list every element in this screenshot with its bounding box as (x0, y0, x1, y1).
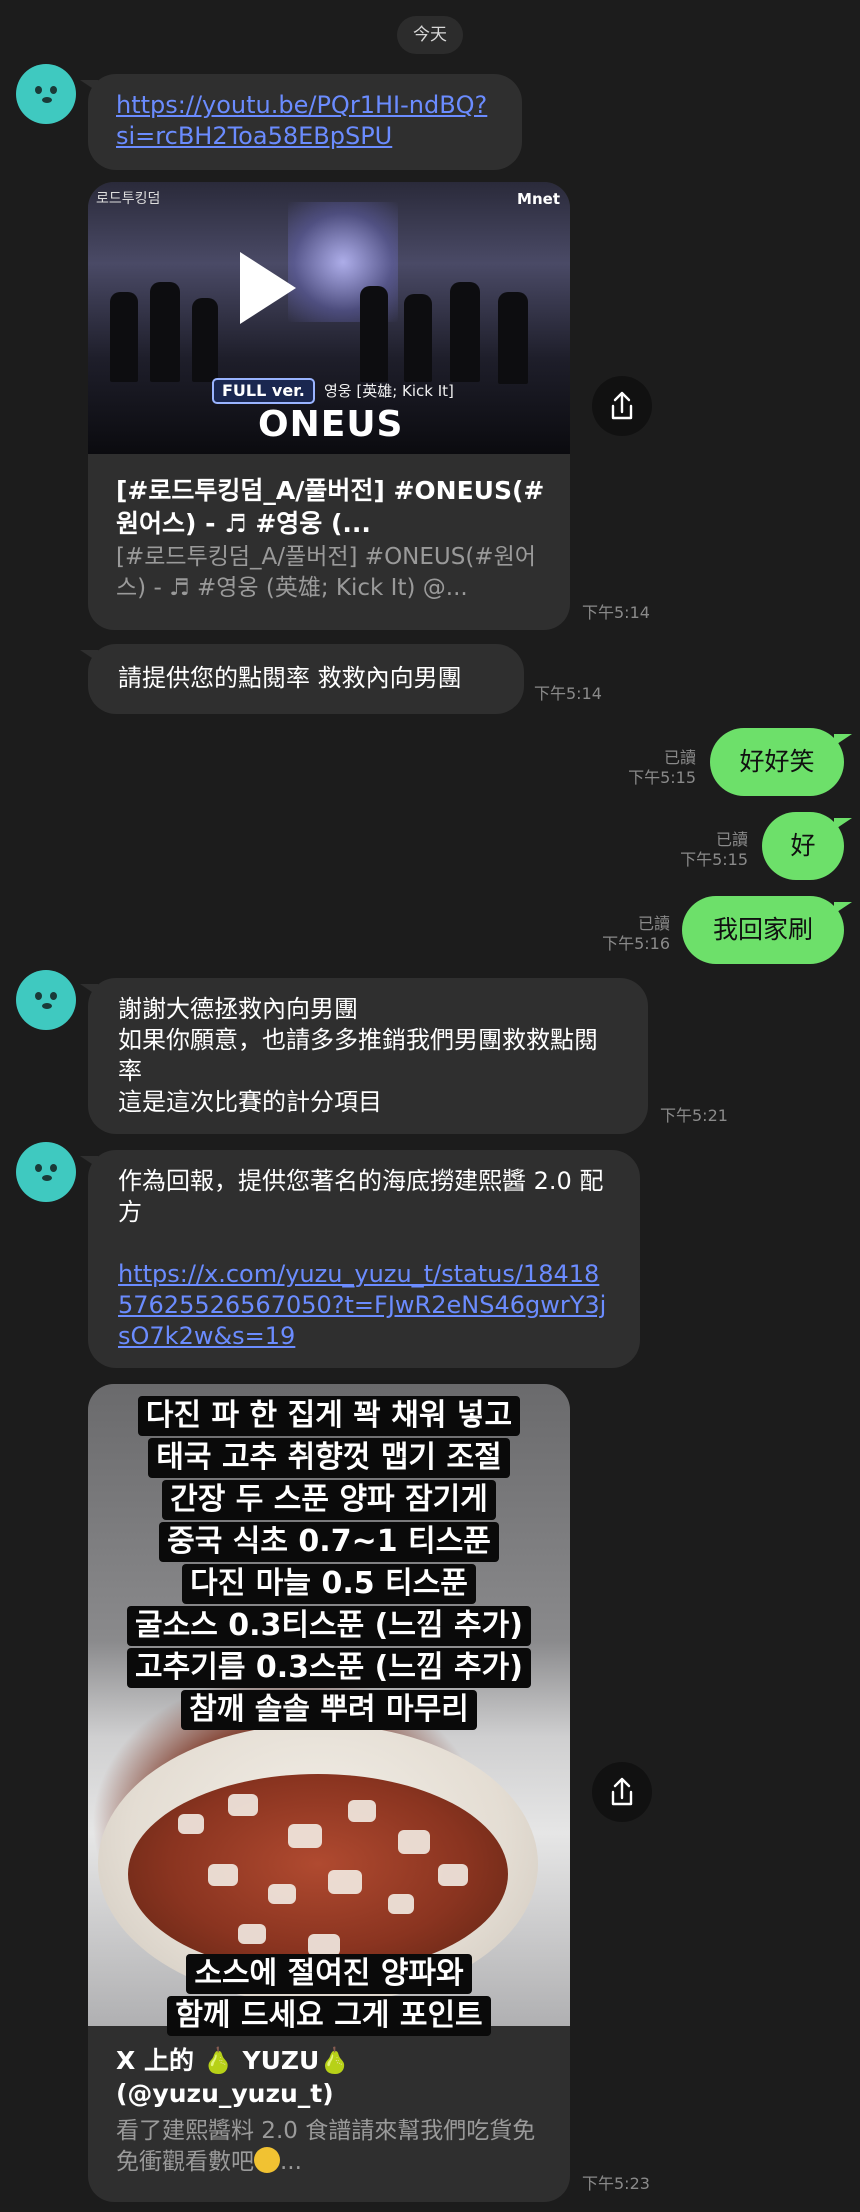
onion-piece (348, 1800, 376, 1822)
full-version-badge: FULL ver. (212, 378, 315, 404)
avatar-nose (42, 1003, 52, 1009)
outgoing-bubble[interactable]: 我回家刷 (682, 896, 852, 964)
read-status: 已讀 (663, 748, 696, 767)
pleading-face-emoji (254, 2147, 280, 2173)
youtube-link[interactable]: https://youtu.be/PQr1HI-ndBQ?si=rcBH2Toa… (116, 91, 487, 150)
recipe-caption-bottom: 함께 드세요 그게 포인트 (88, 1996, 570, 2036)
video-preview-card[interactable]: 로드투킹덤 Mnet FULL ver. 영웅 [英雄; Kick It] ON… (88, 182, 570, 630)
share-upload-icon (611, 391, 633, 420)
message-time: 下午5:23 (582, 2174, 650, 2193)
avatar-nose (42, 97, 52, 103)
onion-piece (308, 1934, 340, 1956)
message-text: 作為回報，提供您著名的海底撈建熙醬 2.0 配方 (118, 1167, 604, 1226)
recipe-caption: 다진 파 한 집게 꽉 채워 넣고 (88, 1396, 570, 1436)
x-card-description: 看了建熙醬料 2.0 食譜請來幫我們吃貨免免衝觀看數吧... (116, 2118, 536, 2175)
recipe-caption: 참깨 솔솔 뿌려 마무리 (88, 1690, 570, 1730)
message-line: 這是這次比賽的計分項目 (118, 1088, 382, 1116)
mnet-logo: Mnet (517, 190, 560, 208)
show-logo: 로드투킹덤 (96, 191, 161, 207)
read-status: 已讀 (715, 830, 748, 849)
message-time: 下午5:16 (602, 934, 670, 953)
onion-piece (208, 1864, 238, 1886)
recipe-caption: 간장 두 스푼 양파 잠기게 (88, 1480, 570, 1520)
avatar-eye-left (35, 1164, 42, 1172)
sender-avatar[interactable] (16, 64, 76, 124)
message-time: 下午5:14 (582, 603, 650, 622)
x-post-link[interactable]: https://x.com/yuzu_yuzu_t/status/1841857… (118, 1260, 606, 1350)
share-button[interactable] (592, 1762, 652, 1822)
performer-silhouette (150, 282, 180, 382)
recipe-caption-bottom: 소스에 절여진 양파와 (88, 1954, 570, 1994)
avatar-eye-left (35, 86, 42, 94)
recipe-caption: 굴소스 0.3티스푼 (느낌 추가) (88, 1606, 570, 1646)
outgoing-bubble[interactable]: 好好笑 (710, 728, 852, 796)
performer-silhouette (404, 294, 432, 382)
video-thumbnail[interactable]: 로드투킹덤 Mnet FULL ver. 영웅 [英雄; Kick It] ON… (88, 182, 570, 454)
share-upload-icon (611, 1777, 633, 1806)
onion-piece (438, 1864, 468, 1886)
message-bubble-text-link[interactable]: 作為回報，提供您著名的海底撈建熙醬 2.0 配方 https://x.com/y… (80, 1150, 640, 1368)
recipe-caption: 고추기름 0.3스푼 (느낌 추가) (88, 1648, 570, 1688)
outgoing-bubble[interactable]: 好 (762, 812, 852, 880)
video-card-description: [#로드투킹덤_A/풀버전] #ONEUS(#원어스) - ♬ #영웅 (英雄;… (116, 544, 536, 601)
message-time: 下午5:15 (680, 850, 748, 869)
message-line: 謝謝大德拯救內向男團 (118, 995, 358, 1023)
performer-silhouette (192, 298, 218, 382)
onion-piece (288, 1824, 322, 1848)
x-card-title: X 上的 🍐 YUZU🍐 (@yuzu_yuzu_t) (116, 2046, 351, 2108)
recipe-image[interactable]: 다진 파 한 집게 꽉 채워 넣고 태국 고추 취향껏 맵기 조절 간장 두 스… (88, 1384, 570, 2036)
message-bubble-link[interactable]: https://youtu.be/PQr1HI-ndBQ?si=rcBH2Toa… (80, 74, 522, 170)
share-button[interactable] (592, 376, 652, 436)
recipe-caption: 태국 고추 취향껏 맵기 조절 (88, 1438, 570, 1478)
message-time: 下午5:21 (660, 1106, 728, 1125)
sender-avatar[interactable] (16, 970, 76, 1030)
performer-silhouette (360, 286, 388, 382)
avatar-nose (42, 1175, 52, 1181)
onion-piece (238, 1924, 266, 1944)
avatar-eye-right (50, 1164, 57, 1172)
onion-piece (268, 1884, 296, 1904)
group-name-logo: ONEUS (258, 404, 404, 445)
performer-silhouette (110, 292, 138, 382)
message-line: 如果你願意，也請多多推銷我們男團救救點閱率 (118, 1026, 598, 1085)
onion-piece (398, 1830, 430, 1854)
recipe-caption: 중국 식초 0.7~1 티스푼 (88, 1522, 570, 1562)
message-bubble-text[interactable]: 謝謝大德拯救內向男團 如果你願意，也請多多推銷我們男團救救點閱率 這是這次比賽的… (80, 978, 648, 1134)
message-time: 下午5:14 (534, 684, 602, 703)
onion-piece (328, 1870, 362, 1894)
avatar-eye-right (50, 992, 57, 1000)
avatar-eye-right (50, 86, 57, 94)
message-bubble-text[interactable]: 請提供您的點閱率 救救內向男團 (80, 644, 524, 714)
onion-piece (388, 1894, 414, 1914)
x-post-preview-card[interactable]: 다진 파 한 집게 꽉 채워 넣고 태국 고추 취향껏 맵기 조절 간장 두 스… (88, 1384, 570, 2202)
video-card-title: [#로드투킹덤_A/풀버전] #ONEUS(#원어스) - ♬ #영웅 (... (116, 476, 545, 538)
performer-silhouette (450, 282, 480, 382)
onion-piece (178, 1814, 204, 1834)
song-caption: 영웅 [英雄; Kick It] (324, 382, 454, 400)
message-time: 下午5:15 (628, 768, 696, 787)
avatar-eye-left (35, 992, 42, 1000)
performer-silhouette (498, 292, 528, 384)
sender-avatar[interactable] (16, 1142, 76, 1202)
date-separator: 今天 (397, 16, 463, 54)
onion-piece (228, 1794, 258, 1816)
read-status: 已讀 (637, 914, 670, 933)
play-icon[interactable] (240, 252, 296, 324)
recipe-caption: 다진 마늘 0.5 티스푼 (88, 1564, 570, 1604)
message-text: 請提供您的點閱率 救救內向男團 (118, 664, 462, 692)
